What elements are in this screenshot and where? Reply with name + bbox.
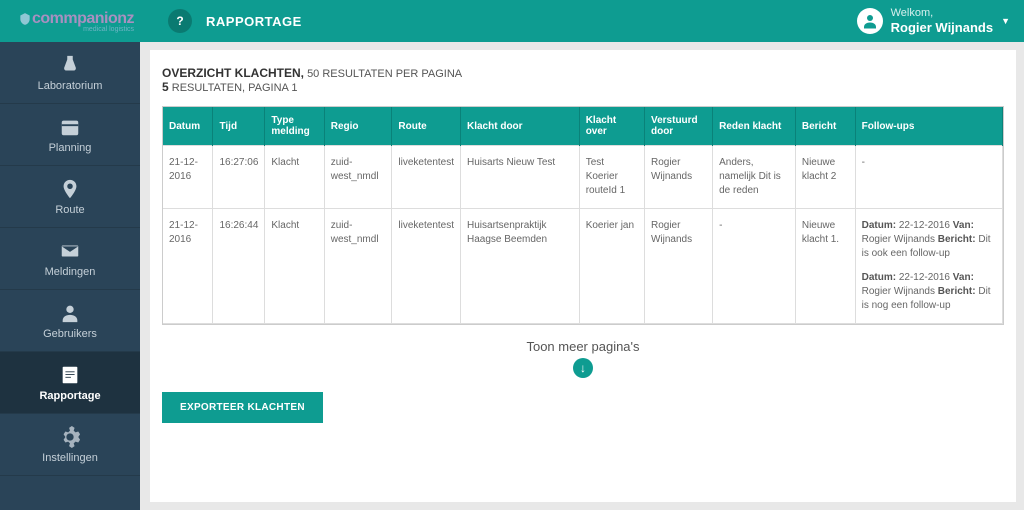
brand-name: commpanionz <box>32 10 134 28</box>
sidebar-item-label: Planning <box>49 142 92 154</box>
th-bericht[interactable]: Bericht <box>795 107 855 146</box>
chevron-down-icon: ▼ <box>1001 16 1010 26</box>
cell-regio: zuid-west_nmdl <box>324 146 392 209</box>
panel: OVERZICHT KLACHTEN, 50 RESULTATEN PER PA… <box>150 50 1016 502</box>
cell-bericht: Nieuwe klacht 1. <box>795 209 855 324</box>
sidebar-item-label: Rapportage <box>39 390 100 402</box>
breadcrumb: OVERZICHT KLACHTEN, 50 RESULTATEN PER PA… <box>162 66 1004 94</box>
sidebar-item-label: Meldingen <box>45 266 96 278</box>
cell-followups: Datum: 22-12-2016 Van: Rogier Wijnands B… <box>855 209 1002 324</box>
sidebar: Laboratorium Planning Route Meldingen Ge… <box>0 0 140 510</box>
logo-icon <box>18 12 32 26</box>
sidebar-item-label: Route <box>55 204 84 216</box>
sidebar-item-label: Laboratorium <box>38 80 103 92</box>
gear-icon <box>59 426 81 448</box>
sidebar-item-rapportage[interactable]: Rapportage <box>0 352 140 414</box>
th-reden[interactable]: Reden klacht <box>713 107 796 146</box>
logo: commpanionz medical logistics <box>0 0 152 42</box>
header: commpanionz medical logistics ? RAPPORTA… <box>0 0 1024 42</box>
sidebar-item-gebruikers[interactable]: Gebruikers <box>0 290 140 352</box>
cell-verstuurd: Rogier Wijnands <box>644 209 712 324</box>
help-button[interactable]: ? <box>168 9 192 33</box>
pin-icon <box>59 178 81 200</box>
cell-datum: 21-12-2016 <box>163 209 213 324</box>
cell-type: Klacht <box>265 209 324 324</box>
arrow-down-icon: ↓ <box>580 361 586 375</box>
overview-perpage: 50 RESULTATEN PER PAGINA <box>307 68 462 80</box>
username: Rogier Wijnands <box>891 20 993 36</box>
welcome-text: Welkom, <box>891 7 993 20</box>
sidebar-item-label: Instellingen <box>42 452 98 464</box>
cell-route: liveketentest <box>392 146 461 209</box>
microscope-icon <box>59 54 81 76</box>
th-klachtover[interactable]: Klacht over <box>579 107 644 146</box>
overview-title: OVERZICHT KLACHTEN, <box>162 66 304 80</box>
cell-bericht: Nieuwe klacht 2 <box>795 146 855 209</box>
th-type[interactable]: Type melding <box>265 107 324 146</box>
sidebar-item-label: Gebruikers <box>43 328 97 340</box>
cell-klachtover: Koerier jan <box>579 209 644 324</box>
sidebar-item-route[interactable]: Route <box>0 166 140 228</box>
cell-reden: Anders, namelijk Dit is de reden <box>713 146 796 209</box>
user-menu[interactable]: Welkom, Rogier Wijnands ▼ <box>857 7 1010 36</box>
cell-datum: 21-12-2016 <box>163 146 213 209</box>
content: OVERZICHT KLACHTEN, 50 RESULTATEN PER PA… <box>140 0 1024 510</box>
th-route[interactable]: Route <box>392 107 461 146</box>
overview-countlabel: RESULTATEN, PAGINA 1 <box>172 82 298 94</box>
export-button[interactable]: EXPORTEER KLACHTEN <box>162 392 323 423</box>
cell-followups: - <box>855 146 1002 209</box>
th-followups[interactable]: Follow-ups <box>855 107 1002 146</box>
cell-regio: zuid-west_nmdl <box>324 209 392 324</box>
cell-tijd: 16:26:44 <box>213 209 265 324</box>
page-title: RAPPORTAGE <box>206 14 302 29</box>
sidebar-item-planning[interactable]: Planning <box>0 104 140 166</box>
cell-route: liveketentest <box>392 209 461 324</box>
sidebar-item-instellingen[interactable]: Instellingen <box>0 414 140 476</box>
cell-reden: - <box>713 209 796 324</box>
th-klachtdoor[interactable]: Klacht door <box>461 107 580 146</box>
th-regio[interactable]: Regio <box>324 107 392 146</box>
cell-klachtdoor: Huisartsenpraktijk Haagse Beemden <box>461 209 580 324</box>
calendar-icon <box>59 116 81 138</box>
table-row: 21-12-201616:26:44Klachtzuid-west_nmdlli… <box>163 209 1003 324</box>
cell-tijd: 16:27:06 <box>213 146 265 209</box>
cell-klachtdoor: Huisarts Nieuw Test <box>461 146 580 209</box>
overview-count: 5 <box>162 80 169 94</box>
show-more-label: Toon meer pagina's <box>162 339 1004 354</box>
user-icon <box>861 12 879 30</box>
th-verstuurd[interactable]: Verstuurd door <box>644 107 712 146</box>
table-header-row: Datum Tijd Type melding Regio Route Klac… <box>163 107 1003 146</box>
report-icon <box>59 364 81 386</box>
show-more: Toon meer pagina's ↓ <box>162 339 1004 378</box>
cell-verstuurd: Rogier Wijnands <box>644 146 712 209</box>
th-datum[interactable]: Datum <box>163 107 213 146</box>
cell-klachtover: Test Koerier routeId 1 <box>579 146 644 209</box>
avatar <box>857 8 883 34</box>
table-row: 21-12-201616:27:06Klachtzuid-west_nmdlli… <box>163 146 1003 209</box>
sidebar-item-meldingen[interactable]: Meldingen <box>0 228 140 290</box>
sidebar-item-laboratorium[interactable]: Laboratorium <box>0 42 140 104</box>
mail-icon <box>59 240 81 262</box>
complaints-table: Datum Tijd Type melding Regio Route Klac… <box>163 107 1003 324</box>
cell-type: Klacht <box>265 146 324 209</box>
user-icon <box>59 302 81 324</box>
show-more-button[interactable]: ↓ <box>573 358 593 378</box>
th-tijd[interactable]: Tijd <box>213 107 265 146</box>
